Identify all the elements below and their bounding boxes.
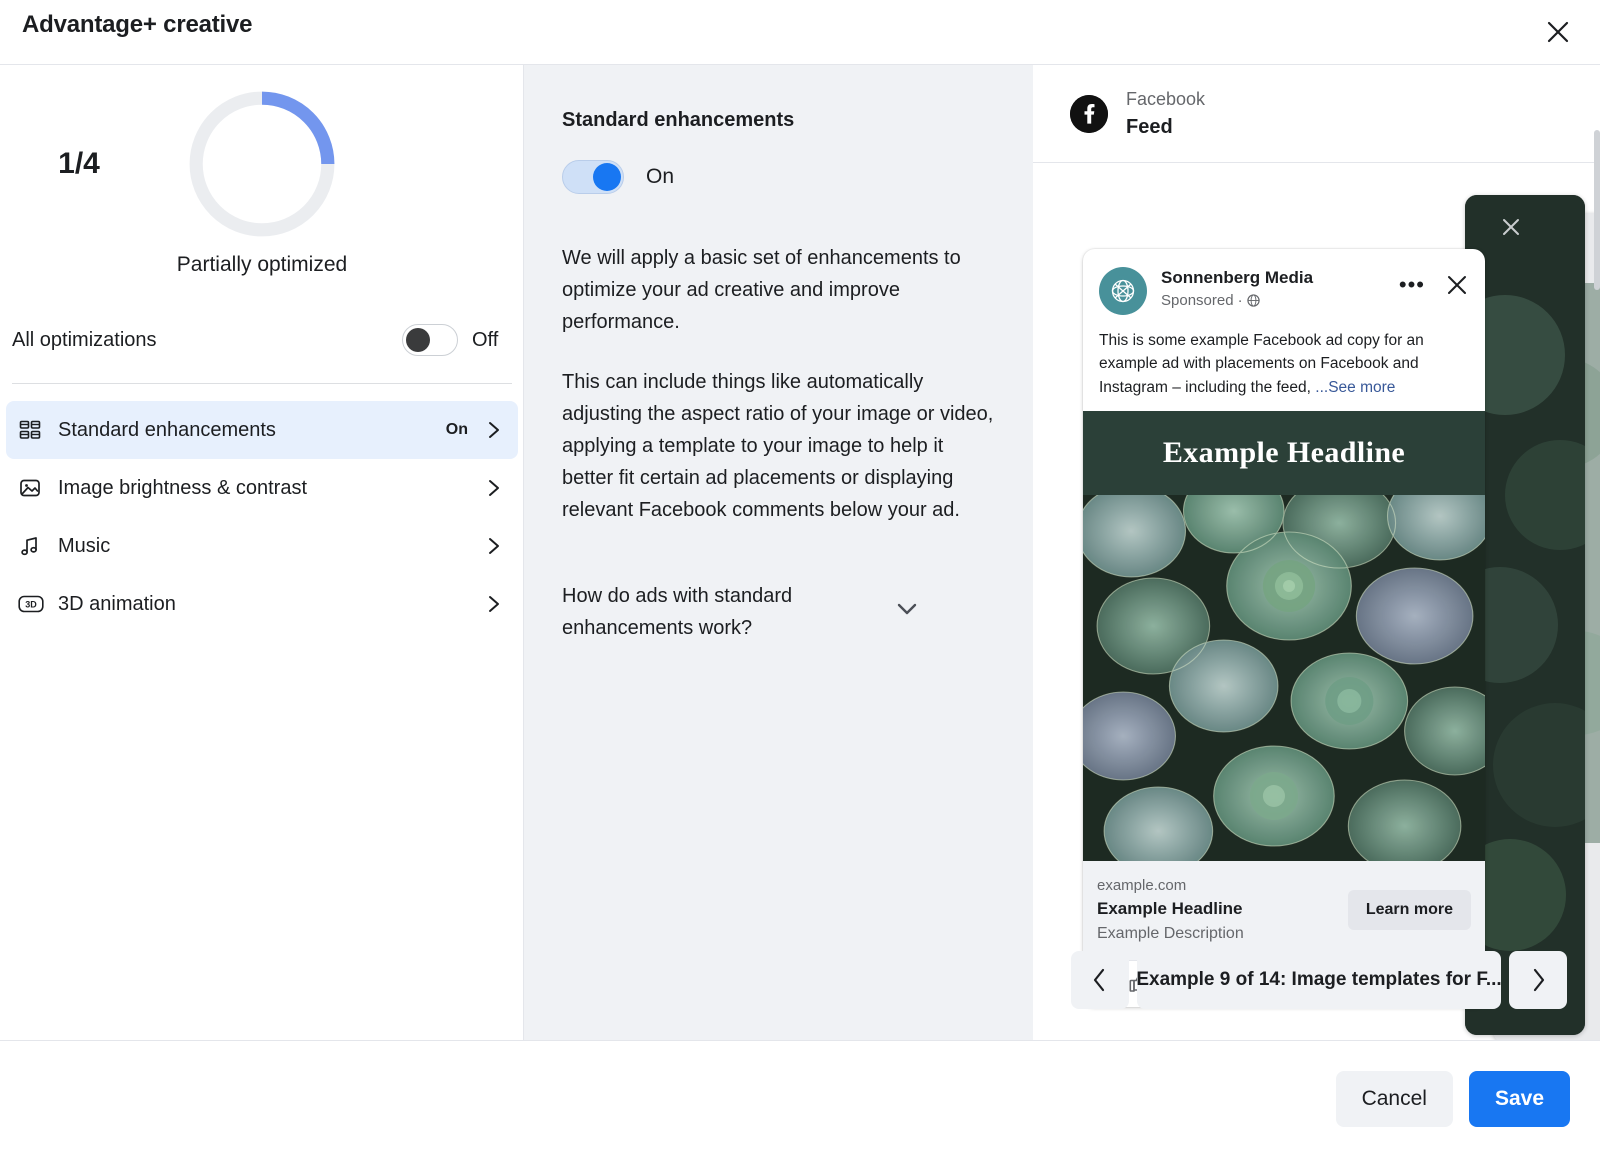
ad-link-preview: example.com Example Headline Example Des… (1083, 861, 1485, 961)
toggle-knob (406, 328, 430, 352)
learn-more-button[interactable]: Learn more (1348, 890, 1471, 930)
page-title: Advantage+ creative (22, 11, 252, 39)
preview-surface: Feed (1126, 113, 1205, 142)
ad-link-description: Example Description (1097, 922, 1348, 946)
preview-prev-button[interactable] (1071, 951, 1129, 1009)
ad-primary-text: This is some example Facebook ad copy fo… (1083, 315, 1485, 411)
all-optimizations-toggle[interactable] (402, 324, 458, 356)
all-optimizations-label: All optimizations (12, 329, 402, 352)
preview-placement-header: Facebook Feed (1033, 65, 1600, 163)
preview-card-stack: Sonnenberg Media Sponsored · •• (1033, 163, 1600, 963)
sidebar-item-label: 3D animation (58, 593, 468, 616)
sidebar-item-label: Music (58, 535, 468, 558)
sidebar-item-state: On (446, 421, 468, 439)
see-more-link[interactable]: ...See more (1315, 379, 1395, 396)
close-icon (1545, 19, 1571, 45)
progress-ring (183, 85, 341, 243)
sidebar-item-3d-animation[interactable]: 3D 3D animation (6, 575, 518, 633)
creative-headline-band: Example Headline (1083, 411, 1485, 495)
avatar (1099, 267, 1147, 315)
creative-overlay-headline: Example Headline (1163, 436, 1405, 470)
chevron-left-icon (1090, 966, 1110, 994)
3d-icon: 3D (18, 594, 50, 614)
svg-text:3D: 3D (25, 600, 37, 610)
standard-enhancements-toggle[interactable] (562, 160, 624, 194)
preview-example-caption[interactable]: Example 9 of 14: Image templates for F..… (1137, 951, 1501, 1009)
all-optimizations-row: All optimizations Off (0, 310, 524, 370)
chevron-right-icon (486, 476, 504, 500)
cancel-button[interactable]: Cancel (1336, 1071, 1453, 1127)
enhancement-detail-panel: Standard enhancements On We will apply a… (524, 65, 1033, 1040)
facebook-ad-preview-card: Sonnenberg Media Sponsored · •• (1083, 249, 1485, 1007)
music-note-icon (18, 534, 50, 558)
sidebar-divider (12, 383, 512, 384)
sidebar-item-image-brightness-contrast[interactable]: Image brightness & contrast (6, 459, 518, 517)
sidebar-item-label: Image brightness & contrast (58, 477, 468, 500)
standard-enhancements-toggle-row: On (562, 160, 995, 194)
accordion-question: How do ads with standard enhancements wo… (562, 580, 892, 644)
optimization-score: 1/4 Partially optimized (0, 85, 524, 285)
ad-brand-name: Sonnenberg Media (1161, 267, 1399, 290)
ellipsis-icon[interactable]: ••• (1399, 274, 1425, 296)
detail-paragraph-2: This can include things like automatical… (562, 366, 995, 526)
ad-creative-image: Example Headline (1083, 411, 1485, 861)
ad-link-text-block: example.com Example Headline Example Des… (1097, 875, 1348, 946)
optimizations-sidebar: 1/4 Partially optimized All optimization… (0, 65, 524, 1040)
optimizations-menu: Standard enhancements On Image brightnes… (0, 401, 524, 633)
detail-paragraph-1: We will apply a basic set of enhancement… (562, 242, 995, 338)
ad-header: Sonnenberg Media Sponsored · •• (1083, 249, 1485, 315)
sidebar-item-standard-enhancements[interactable]: Standard enhancements On (6, 401, 518, 459)
ad-sponsored-row: Sponsored · (1161, 290, 1399, 311)
grid-icon (18, 418, 50, 442)
standard-enhancements-toggle-state: On (646, 165, 674, 189)
chevron-down-icon (892, 580, 922, 616)
sidebar-item-music[interactable]: Music (6, 517, 518, 575)
close-icon (1499, 215, 1523, 239)
preview-scrollbar[interactable] (1594, 130, 1600, 290)
ad-link-domain: example.com (1097, 875, 1348, 898)
toggle-knob (593, 163, 621, 191)
preview-navigation: Example 9 of 14: Image templates for F..… (1071, 949, 1567, 1011)
ad-identity: Sonnenberg Media Sponsored · (1161, 267, 1399, 311)
facebook-icon (1070, 95, 1108, 133)
image-icon (18, 476, 50, 500)
globe-icon (1247, 294, 1260, 307)
preview-next-button[interactable] (1509, 951, 1567, 1009)
save-button[interactable]: Save (1469, 1071, 1570, 1127)
chevron-right-icon (486, 418, 504, 442)
ad-sponsored-label: Sponsored (1161, 290, 1234, 311)
chevron-right-icon (486, 534, 504, 558)
chevron-right-icon (486, 592, 504, 616)
dot-separator: · (1238, 290, 1243, 311)
ad-preview-panel: Facebook Feed (1033, 65, 1600, 1040)
ad-header-actions: ••• (1399, 267, 1469, 297)
dialog-footer: Cancel Save (0, 1040, 1600, 1156)
how-it-works-accordion[interactable]: How do ads with standard enhancements wo… (562, 580, 995, 644)
optimization-status-text: Partially optimized (0, 253, 524, 277)
detail-panel-title: Standard enhancements (562, 109, 995, 132)
preview-platform: Facebook (1126, 86, 1205, 113)
sidebar-item-label: Standard enhancements (58, 419, 446, 442)
chevron-right-icon (1528, 966, 1548, 994)
all-optimizations-state: Off (472, 329, 508, 352)
ad-link-headline: Example Headline (1097, 897, 1348, 922)
close-dialog-button[interactable] (1534, 8, 1582, 56)
dialog-titlebar: Advantage+ creative (0, 0, 1600, 65)
advantage-plus-creative-dialog: Advantage+ creative 1/4 Partially optimi… (0, 0, 1600, 1156)
close-icon[interactable] (1445, 273, 1469, 297)
preview-header-text: Facebook Feed (1126, 86, 1205, 142)
progress-ring-label: 1/4 (0, 85, 158, 243)
